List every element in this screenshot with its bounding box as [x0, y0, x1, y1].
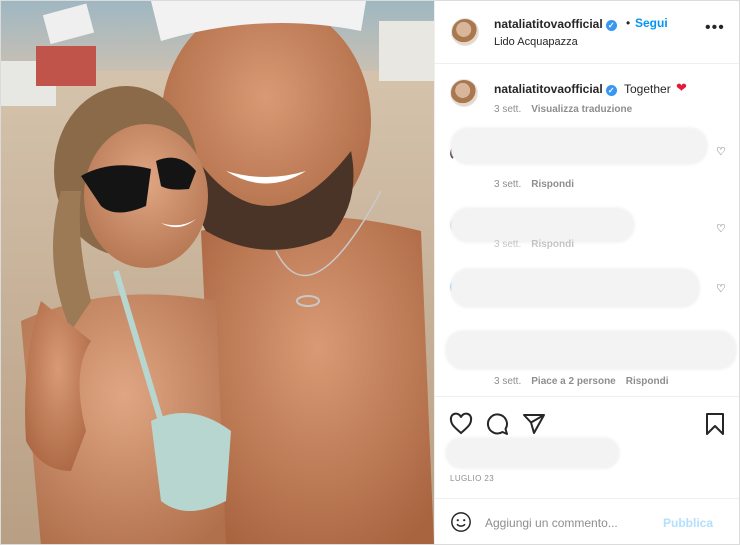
post-side-panel: nataliatitovaofficial ✓ • Segui Lido Acqu… — [434, 1, 739, 544]
comment-age: 3 sett. — [494, 376, 522, 387]
red-heart-emoji: ❤ — [676, 80, 687, 95]
comment-like-heart-icon[interactable]: ♡ — [716, 145, 726, 158]
likes-count[interactable]: Piace a 2 persone — [531, 376, 616, 387]
post-actions: LUGLIO 23 — [435, 396, 739, 496]
comment-text-redacted — [445, 330, 737, 370]
caption-username-text[interactable]: nataliatitovaofficial — [494, 82, 603, 96]
post-header: nataliatitovaofficial ✓ • Segui Lido Acqu… — [435, 1, 739, 64]
comment-like-heart-icon[interactable]: ♡ — [716, 282, 726, 295]
caption-avatar[interactable] — [450, 79, 478, 107]
bookmark-icon[interactable] — [703, 412, 727, 436]
post-location[interactable]: Lido Acquapazza — [494, 36, 578, 48]
comment-meta: 3 sett. Rispondi — [494, 239, 574, 250]
comment-text-redacted — [450, 268, 700, 308]
comment-like-heart-icon[interactable]: ♡ — [716, 222, 726, 235]
caption-text: Together — [624, 82, 671, 96]
heart-icon[interactable] — [449, 412, 473, 436]
reply-button[interactable]: Rispondi — [531, 179, 574, 190]
translate-link[interactable]: Visualizza traduzione — [531, 104, 632, 115]
author-username-text[interactable]: nataliatitovaofficial — [494, 17, 603, 31]
follow-button[interactable]: Segui — [635, 16, 668, 30]
comment-icon[interactable] — [485, 412, 509, 436]
emoji-icon[interactable] — [450, 511, 472, 533]
verified-icon: ✓ — [605, 20, 617, 31]
share-icon[interactable] — [522, 412, 546, 436]
post-photo — [1, 1, 434, 544]
author-username[interactable]: nataliatitovaofficial ✓ — [494, 17, 617, 31]
comment-meta: 3 sett. Piace a 2 persone Rispondi — [494, 376, 669, 387]
comment-text-redacted — [450, 127, 708, 165]
separator-dot: • — [626, 16, 631, 30]
comment-text-redacted — [450, 207, 635, 243]
post-date[interactable]: LUGLIO 23 — [450, 474, 494, 483]
comment-meta: 3 sett. Rispondi — [494, 179, 574, 190]
post-dialog: nataliatitovaofficial ✓ • Segui Lido Acqu… — [0, 0, 740, 545]
add-comment-bar: Pubblica — [435, 498, 739, 544]
caption-age: 3 sett. — [494, 104, 522, 115]
comment-input[interactable] — [485, 512, 655, 534]
reply-button[interactable]: Rispondi — [531, 239, 574, 250]
caption-username[interactable]: nataliatitovaofficial ✓ — [494, 82, 617, 96]
comment-age: 3 sett. — [494, 239, 522, 250]
reply-button[interactable]: Rispondi — [626, 376, 669, 387]
photo-image — [1, 1, 434, 544]
verified-icon: ✓ — [605, 85, 617, 96]
more-icon[interactable]: ••• — [705, 20, 725, 37]
likes-redacted — [445, 437, 620, 469]
author-avatar[interactable] — [451, 18, 479, 46]
caption-meta: 3 sett. Visualizza traduzione — [494, 104, 632, 115]
comment-age: 3 sett. — [494, 179, 522, 190]
publish-button[interactable]: Pubblica — [663, 516, 713, 530]
comments-list[interactable]: nataliatitovaofficial ✓ Together ❤ 3 sett… — [435, 65, 739, 395]
